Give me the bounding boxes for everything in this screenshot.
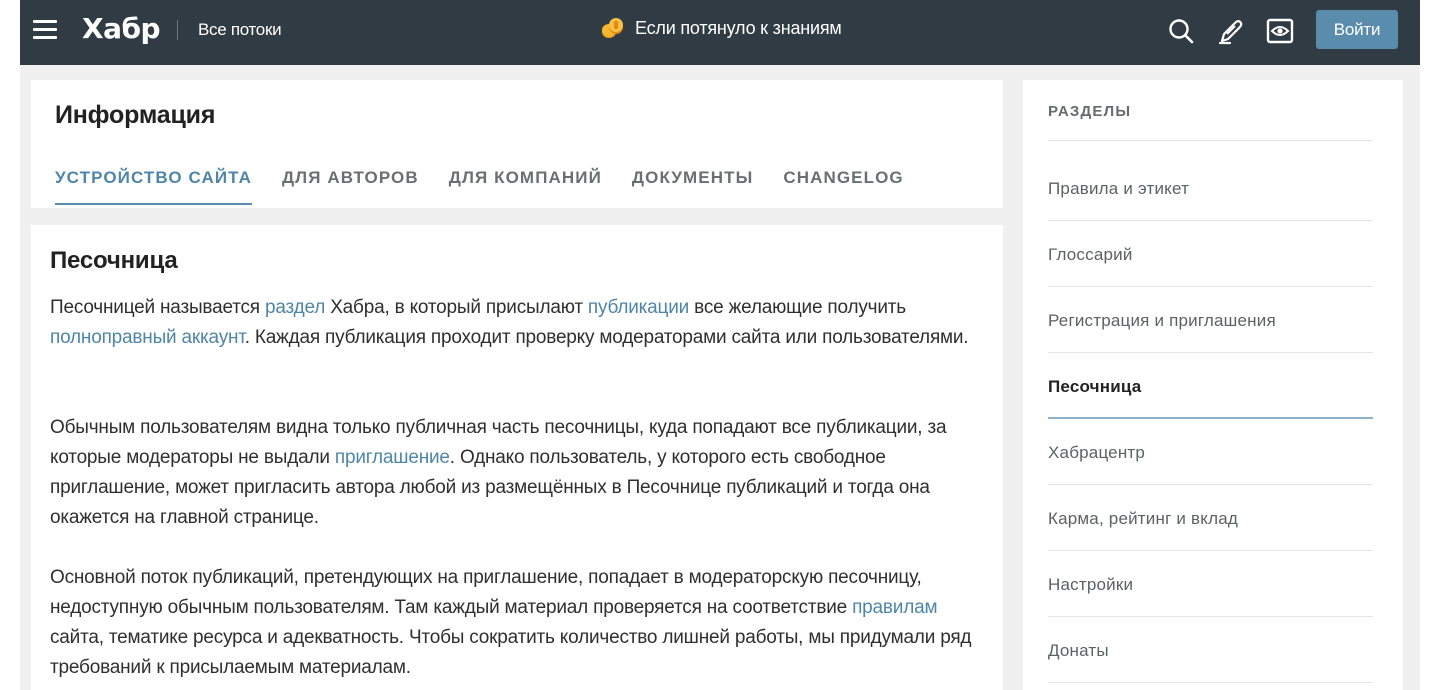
paragraph-1: Песочницей называется раздел Хабра, в ко… <box>50 293 980 353</box>
rules-link[interactable]: правилам <box>852 597 937 618</box>
top-header: Хабр Все потоки Если потянуло к знаниям <box>20 0 1420 65</box>
sidebar-divider <box>1048 616 1373 617</box>
sidebar-heading: РАЗДЕЛЫ <box>1048 103 1132 120</box>
paragraph-text: Хабра, в который присылают <box>325 297 588 318</box>
tab-for-companies[interactable]: ДЛЯ КОМПАНИЙ <box>449 168 602 205</box>
promo-text: Если потянуло к знаниям <box>635 17 842 38</box>
menu-icon[interactable] <box>33 18 57 40</box>
sidebar-divider <box>1048 140 1373 141</box>
sidebar-item-habracenter[interactable]: Хабрацентр <box>1048 443 1145 463</box>
header-divider <box>177 20 178 40</box>
site-logo[interactable]: Хабр <box>82 12 161 45</box>
paragraph-text: Песочницей называется <box>50 297 265 318</box>
login-button[interactable]: Войти <box>1316 10 1398 49</box>
tab-site-structure[interactable]: УСТРОЙСТВО САЙТА <box>55 168 252 205</box>
invitation-link[interactable]: приглашение <box>335 447 450 468</box>
sidebar-item-registration[interactable]: Регистрация и приглашения <box>1048 311 1276 331</box>
sidebar-divider <box>1048 352 1373 353</box>
tab-for-authors[interactable]: ДЛЯ АВТОРОВ <box>282 168 419 205</box>
sidebar-divider <box>1048 682 1373 683</box>
tab-documents[interactable]: ДОКУМЕНТЫ <box>632 168 753 205</box>
sidebar-divider <box>1048 550 1373 551</box>
full-account-link[interactable]: полноправный аккаунт <box>50 327 245 348</box>
coins-icon <box>602 18 623 38</box>
write-icon[interactable] <box>1217 17 1245 45</box>
info-card: Информация УСТРОЙСТВО САЙТА ДЛЯ АВТОРОВ … <box>31 80 1003 208</box>
sidebar-item-glossary[interactable]: Глоссарий <box>1048 245 1133 265</box>
paragraph-text: . Каждая публикация проходит проверку мо… <box>244 327 969 348</box>
eye-icon[interactable] <box>1266 17 1294 45</box>
page-frame: Хабр Все потоки Если потянуло к знаниям <box>20 0 1420 690</box>
article-title: Песочница <box>50 247 178 274</box>
paragraph-2: Обычным пользователям видна только публи… <box>50 413 980 533</box>
sidebar-item-settings[interactable]: Настройки <box>1048 575 1133 595</box>
sidebar-divider <box>1048 220 1373 221</box>
publications-link[interactable]: публикации <box>588 297 689 318</box>
article-card: Песочница Песочницей называется раздел Х… <box>31 225 1003 690</box>
sections-sidebar: РАЗДЕЛЫ Правила и этикет Глоссарий Регис… <box>1023 80 1403 690</box>
paragraph-text: Основной поток публикаций, претендующих … <box>50 567 922 618</box>
sidebar-divider <box>1048 286 1373 287</box>
info-tabs: УСТРОЙСТВО САЙТА ДЛЯ АВТОРОВ ДЛЯ КОМПАНИ… <box>55 168 934 205</box>
search-icon[interactable] <box>1167 17 1195 45</box>
promo-link[interactable]: Если потянуло к знаниям <box>601 17 842 39</box>
sidebar-item-sandbox[interactable]: Песочница <box>1048 377 1141 397</box>
sidebar-item-donations[interactable]: Донаты <box>1048 641 1109 661</box>
sidebar-divider <box>1048 484 1373 485</box>
page-title: Информация <box>55 101 216 129</box>
paragraph-3: Основной поток публикаций, претендующих … <box>50 563 980 683</box>
paragraph-text: сайта, тематике ресурса и адекватность. … <box>50 627 972 678</box>
sidebar-item-rules[interactable]: Правила и этикет <box>1048 179 1189 199</box>
sidebar-item-karma[interactable]: Карма, рейтинг и вклад <box>1048 509 1238 529</box>
paragraph-text: все желающие получить <box>689 297 906 318</box>
section-link[interactable]: раздел <box>265 297 325 318</box>
all-streams-link[interactable]: Все потоки <box>198 20 282 40</box>
tab-changelog[interactable]: CHANGELOG <box>783 168 903 205</box>
sidebar-active-indicator <box>1048 417 1373 419</box>
